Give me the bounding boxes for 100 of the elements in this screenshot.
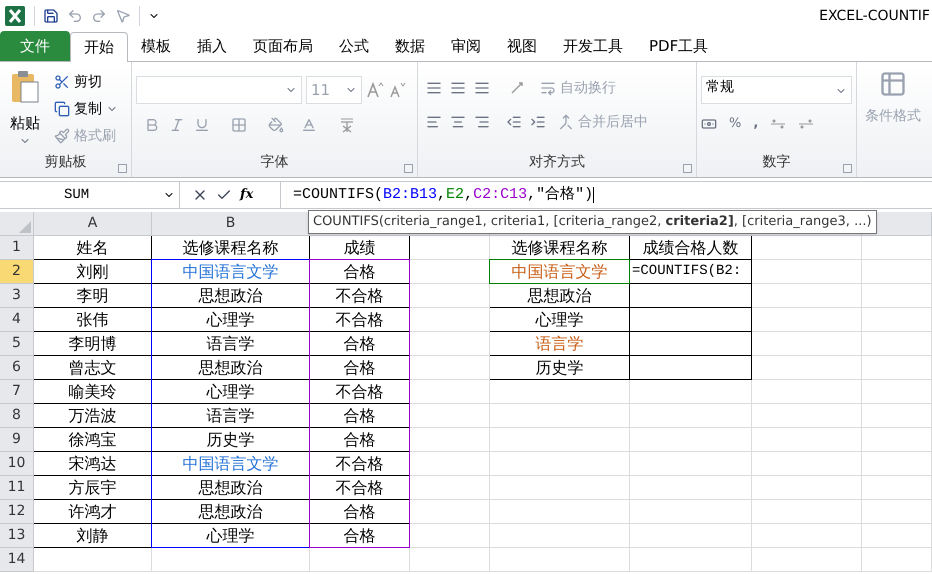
table-cell: 张伟 bbox=[34, 308, 152, 332]
ribbon-tab[interactable]: 模板 bbox=[128, 32, 184, 61]
italic-icon[interactable] bbox=[169, 117, 185, 133]
dialog-launcher-icon[interactable] bbox=[118, 164, 127, 173]
table-cell: 不合格 bbox=[310, 284, 410, 308]
cell-editor[interactable]: =COUNTIFS(B2: bbox=[630, 260, 752, 284]
table-cell: 合格 bbox=[310, 404, 410, 428]
table-cell: 思想政治 bbox=[490, 284, 630, 308]
row-header[interactable]: 6 bbox=[0, 356, 34, 380]
underline-icon[interactable] bbox=[194, 117, 210, 133]
name-box[interactable]: SUM bbox=[0, 182, 180, 208]
undo-icon[interactable] bbox=[67, 8, 83, 24]
dialog-launcher-icon[interactable] bbox=[683, 164, 692, 173]
ribbon-tab[interactable]: PDF工具 bbox=[636, 32, 722, 61]
shrink-font-icon[interactable] bbox=[388, 82, 406, 98]
table-cell: 成绩 bbox=[310, 236, 410, 260]
row-header[interactable]: 11 bbox=[0, 476, 34, 500]
table-cell bbox=[862, 236, 932, 260]
spreadsheet-logo-icon[interactable] bbox=[4, 5, 26, 27]
table-cell: 思想政治 bbox=[152, 476, 310, 500]
align-center-icon[interactable] bbox=[450, 114, 466, 130]
table-cell: 合格 bbox=[310, 428, 410, 452]
table-cell: 刘刚 bbox=[34, 260, 152, 284]
grow-font-icon[interactable] bbox=[366, 82, 384, 98]
copy-button[interactable]: 复制 bbox=[50, 97, 106, 121]
table-cell: 语言学 bbox=[152, 404, 310, 428]
merge-icon bbox=[558, 114, 574, 130]
insert-function-button[interactable]: fx bbox=[240, 185, 254, 205]
ribbon-tab[interactable]: 开始 bbox=[70, 32, 128, 62]
row-header[interactable]: 10 bbox=[0, 452, 34, 476]
table-cell: 成绩合格人数 bbox=[630, 236, 752, 260]
increase-indent-icon[interactable] bbox=[530, 114, 546, 130]
table-cell: 心理学 bbox=[152, 308, 310, 332]
ribbon-tab[interactable]: 公式 bbox=[326, 32, 382, 61]
pointer-icon[interactable] bbox=[115, 8, 131, 24]
decrease-decimal-icon[interactable] bbox=[798, 116, 814, 131]
save-icon[interactable] bbox=[43, 8, 59, 24]
cut-button[interactable]: 剪切 bbox=[50, 70, 120, 94]
group-label: 数字 bbox=[762, 153, 792, 172]
dialog-launcher-icon[interactable] bbox=[404, 164, 413, 173]
group-label: 字体 bbox=[260, 153, 290, 172]
file-tab[interactable]: 文件 bbox=[0, 31, 70, 61]
table-cell: 选修课程名称 bbox=[490, 236, 630, 260]
row-header[interactable]: 14 bbox=[0, 548, 34, 572]
table-cell bbox=[862, 548, 932, 572]
row-header[interactable]: 3 bbox=[0, 284, 34, 308]
table-cell: 心理学 bbox=[490, 308, 630, 332]
row-header[interactable]: 7 bbox=[0, 380, 34, 404]
ribbon-tab[interactable]: 插入 bbox=[184, 32, 240, 61]
wrap-text-icon bbox=[540, 80, 556, 96]
ribbon-tab[interactable]: 数据 bbox=[382, 32, 438, 61]
redo-icon[interactable] bbox=[91, 8, 107, 24]
table-cell: 不合格 bbox=[310, 452, 410, 476]
table-cell: 语言学 bbox=[490, 332, 630, 356]
comma-button[interactable]: , bbox=[753, 114, 758, 134]
decrease-indent-icon[interactable] bbox=[506, 114, 522, 130]
table-cell: 心理学 bbox=[152, 524, 310, 548]
ribbon-tab[interactable]: 页面布局 bbox=[240, 32, 326, 61]
number-format-field[interactable]: 常规 bbox=[701, 76, 852, 104]
row-header[interactable]: 12 bbox=[0, 500, 34, 524]
window-title: EXCEL-COUNTIF bbox=[819, 6, 930, 26]
row-header[interactable]: 5 bbox=[0, 332, 34, 356]
bottom-align-icon[interactable] bbox=[474, 80, 490, 96]
row-header[interactable]: 4 bbox=[0, 308, 34, 332]
table-cell: 思想政治 bbox=[152, 500, 310, 524]
table-cell: 刘静 bbox=[34, 524, 152, 548]
percent-button[interactable]: % bbox=[729, 114, 742, 134]
table-cell bbox=[862, 500, 932, 524]
table-cell bbox=[862, 452, 932, 476]
row-header[interactable]: 9 bbox=[0, 428, 34, 452]
middle-align-icon[interactable] bbox=[450, 80, 466, 96]
table-cell bbox=[862, 428, 932, 452]
table-cell: 中国语言文学 bbox=[490, 260, 630, 284]
row-header[interactable]: 2 bbox=[0, 260, 34, 284]
borders-icon[interactable] bbox=[231, 117, 247, 133]
align-right-icon[interactable] bbox=[474, 114, 490, 130]
phonetic-guide-icon[interactable] bbox=[338, 116, 356, 134]
function-tooltip: COUNTIFS(criteria_range1, criteria1, [criteria_range2, criteria2], [criteria_range3, ...) bbox=[308, 210, 877, 234]
font-name-field[interactable] bbox=[136, 76, 302, 104]
row-header[interactable]: 13 bbox=[0, 524, 34, 548]
align-left-icon[interactable] bbox=[426, 114, 442, 130]
dialog-launcher-icon[interactable] bbox=[843, 164, 852, 173]
row-header[interactable]: 8 bbox=[0, 404, 34, 428]
scissors-icon bbox=[54, 74, 70, 90]
formula-field[interactable]: =COUNTIFS(B2:B13,E2,C2:C13,″合格″) bbox=[280, 182, 932, 208]
column-header[interactable]: A bbox=[34, 212, 152, 235]
increase-decimal-icon[interactable] bbox=[770, 116, 786, 131]
select-all-icon[interactable] bbox=[19, 221, 31, 233]
font-color-icon[interactable] bbox=[301, 117, 317, 133]
fill-color-icon[interactable] bbox=[268, 117, 284, 133]
paste-button[interactable]: 粘贴 bbox=[0, 70, 50, 152]
table-cell: 语言学 bbox=[152, 332, 310, 356]
top-align-icon[interactable] bbox=[426, 80, 442, 96]
row-header[interactable]: 1 bbox=[0, 236, 34, 260]
table-cell: 不合格 bbox=[310, 308, 410, 332]
ribbon-tab[interactable]: 视图 bbox=[494, 32, 550, 61]
table-cell bbox=[862, 260, 932, 284]
table-cell: 思想政治 bbox=[152, 356, 310, 380]
ribbon-tab[interactable]: 审阅 bbox=[438, 32, 494, 61]
ribbon-tab[interactable]: 开发工具 bbox=[550, 32, 636, 61]
